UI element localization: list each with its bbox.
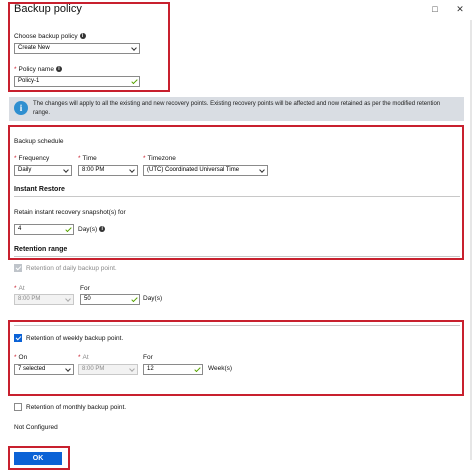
chevron-down-icon — [131, 45, 137, 51]
chevron-down-icon — [63, 167, 69, 173]
weekly-for-input[interactable]: 12 — [143, 364, 203, 375]
snapshot-days-unit: Day(s) i — [78, 226, 106, 233]
chevron-down-icon — [65, 366, 71, 372]
weekly-at-label: * At — [78, 354, 89, 361]
daily-for-input[interactable]: 50 — [80, 294, 140, 305]
chevron-down-icon — [129, 167, 135, 173]
daily-unit: Day(s) — [143, 295, 163, 302]
divider — [14, 256, 460, 257]
timezone-select[interactable]: (UTC) Coordinated Universal Time — [143, 165, 268, 176]
info-circle-icon: i — [14, 101, 28, 115]
frequency-select[interactable]: Daily — [14, 165, 72, 176]
close-icon[interactable]: ✕ — [455, 4, 465, 14]
instant-restore-heading: Instant Restore — [14, 186, 65, 193]
info-icon[interactable]: i — [99, 226, 106, 233]
choose-policy-label: Choose backup policy i — [14, 33, 86, 40]
choose-policy-select[interactable]: Create New — [14, 43, 140, 54]
backup-schedule-heading: Backup schedule — [14, 138, 64, 145]
chevron-down-icon — [129, 366, 135, 372]
valid-check-icon — [65, 225, 72, 233]
daily-at-select[interactable]: 8:00 PM — [14, 294, 74, 305]
chevron-down-icon — [259, 167, 265, 173]
retention-range-heading: Retention range — [14, 246, 68, 253]
divider — [14, 325, 460, 326]
policy-name-label: * Policy name i — [14, 66, 62, 73]
weekly-retention-label: Retention of weekly backup point. — [26, 335, 124, 342]
policy-name-input[interactable]: Policy-1 — [14, 76, 140, 87]
info-icon[interactable]: i — [55, 66, 62, 73]
scrollbar[interactable] — [470, 20, 472, 460]
retain-snapshot-label: Retain instant recovery snapshot(s) for — [14, 209, 126, 216]
weekly-for-label: For — [143, 354, 153, 361]
timezone-label: * Timezone — [143, 155, 176, 162]
valid-check-icon — [131, 77, 138, 85]
frequency-label: * Frequency — [14, 155, 50, 162]
time-select[interactable]: 8:00 PM — [78, 165, 138, 176]
ok-button[interactable]: OK — [14, 452, 62, 465]
divider — [14, 196, 460, 197]
snapshot-days-input[interactable]: 4 — [14, 224, 74, 235]
monthly-retention-label: Retention of monthly backup point. — [26, 404, 127, 411]
monthly-status: Not Configured — [14, 424, 58, 431]
weekly-retention-checkbox[interactable] — [14, 334, 22, 342]
daily-for-label: For — [80, 285, 90, 292]
info-icon[interactable]: i — [79, 33, 86, 40]
restore-window-icon[interactable]: □ — [430, 4, 440, 14]
daily-retention-checkbox[interactable] — [14, 264, 22, 272]
weekly-on-select[interactable]: 7 selected — [14, 364, 74, 375]
time-label: * Time — [78, 155, 97, 162]
daily-retention-label: Retention of daily backup point. — [26, 265, 117, 272]
daily-at-label: * At — [14, 285, 25, 292]
valid-check-icon — [131, 295, 138, 303]
weekly-on-label: * On — [14, 354, 28, 361]
info-banner-text: The changes will apply to all the existi… — [33, 101, 441, 116]
monthly-retention-checkbox[interactable] — [14, 403, 22, 411]
weekly-at-select[interactable]: 8:00 PM — [78, 364, 138, 375]
highlight-schedule-box — [8, 125, 464, 260]
weekly-unit: Week(s) — [208, 365, 233, 372]
valid-check-icon — [194, 365, 201, 373]
highlight-weekly-box — [8, 320, 464, 396]
chevron-down-icon — [65, 296, 71, 302]
